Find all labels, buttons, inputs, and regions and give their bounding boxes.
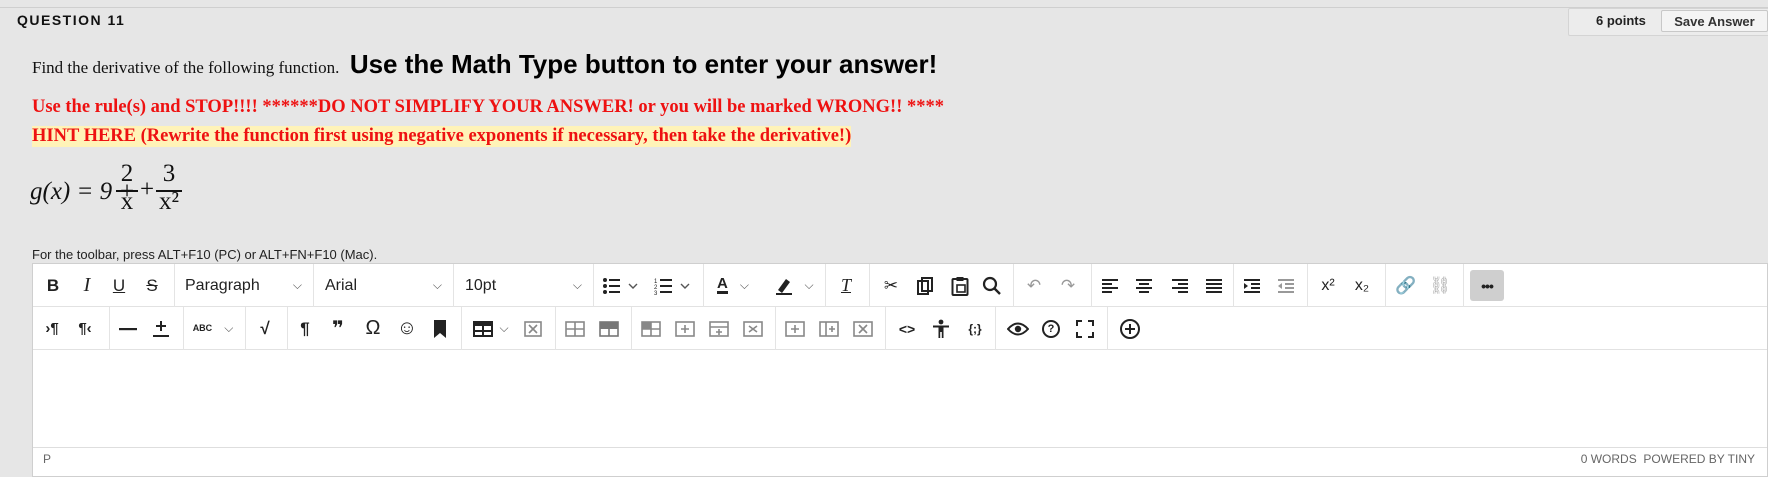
bullet-list-icon[interactable] (599, 270, 645, 301)
chevron-down-icon: ⌵ (432, 278, 442, 292)
font-size-dropdown[interactable]: 10pt ⌵ (455, 270, 592, 301)
superscript-icon[interactable]: x² (1315, 270, 1341, 301)
blockquote-icon[interactable]: ❞ (327, 313, 349, 344)
justify-icon[interactable] (1203, 270, 1225, 301)
paste-icon[interactable] (947, 270, 973, 301)
top-divider (0, 7, 1768, 8)
code-icon[interactable]: <> (895, 313, 919, 344)
toolbar-row-1: B I U S Paragraph ⌵ Arial ⌵ 10pt ⌵ 123 A… (33, 264, 1767, 307)
paragraph-mark-icon[interactable]: ¶ (295, 313, 315, 344)
underline-icon[interactable]: U (109, 270, 129, 301)
editor-content-area[interactable] (33, 351, 1767, 447)
spellcheck-icon[interactable]: ABC ⌵ (189, 313, 237, 344)
align-left-icon[interactable] (1099, 270, 1121, 301)
delete-row-icon[interactable] (741, 313, 765, 344)
save-answer-button[interactable]: Save Answer (1661, 10, 1768, 32)
frac1-numerator: 2 (120, 160, 134, 187)
table-icon[interactable]: ⌵ (469, 313, 513, 344)
rich-text-editor: B I U S Paragraph ⌵ Arial ⌵ 10pt ⌵ 123 A… (32, 263, 1768, 477)
strikethrough-icon[interactable]: S (141, 270, 163, 301)
help-icon[interactable]: ? (1039, 313, 1063, 344)
table-cell-icon[interactable] (563, 313, 587, 344)
redo-icon[interactable]: ↷ (1055, 270, 1081, 301)
svg-text:3: 3 (654, 291, 658, 295)
block-format-value: Paragraph (185, 276, 260, 294)
insert-col-after-icon[interactable] (817, 313, 841, 344)
italic-icon[interactable]: I (77, 270, 97, 301)
warning-text: Use the rule(s) and STOP!!!! ******DO NO… (32, 97, 945, 117)
accessibility-icon[interactable] (929, 313, 953, 344)
align-right-icon[interactable] (1169, 270, 1191, 301)
chevron-down-icon: ⌵ (292, 278, 302, 292)
table-col-icon[interactable] (639, 313, 663, 344)
editor-statusbar: P 0 WORDS POWERED BY TINY (33, 447, 1767, 467)
add-content-icon[interactable] (1117, 313, 1143, 344)
insert-col-before-icon[interactable] (783, 313, 807, 344)
align-center-icon[interactable] (1133, 270, 1155, 301)
element-path[interactable]: P (43, 452, 51, 466)
highlight-icon[interactable]: ⌵ (769, 270, 819, 301)
frac2-denominator: x² (159, 188, 179, 215)
subscript-icon[interactable]: x₂ (1349, 270, 1375, 301)
cut-icon[interactable]: ✂ (879, 270, 903, 301)
unlink-icon[interactable]: ⛓ (1427, 270, 1453, 301)
horizontal-rule-icon[interactable] (117, 313, 139, 344)
font-family-value: Arial (325, 276, 358, 294)
statusbar-right: 0 WORDS POWERED BY TINY (1581, 452, 1755, 466)
outdent-icon[interactable] (1275, 270, 1297, 301)
math-type-instruction: Use the Math Type button to enter your a… (349, 49, 938, 79)
insert-row-before-icon[interactable] (673, 313, 697, 344)
more-icon[interactable]: ••• (1470, 270, 1504, 301)
formula-plus: + (140, 176, 155, 203)
table-row-icon[interactable] (597, 313, 621, 344)
preview-icon[interactable] (1005, 313, 1031, 344)
fullscreen-icon[interactable] (1073, 313, 1097, 344)
frac1-denominator: x (120, 188, 134, 215)
insert-row-after-icon[interactable] (707, 313, 731, 344)
emoji-icon[interactable]: ☺ (395, 313, 419, 344)
question-prompt: Find the derivative of the following fun… (32, 49, 937, 80)
omega-icon[interactable]: Ω (361, 313, 385, 344)
question-title: QUESTION 11 (17, 12, 126, 28)
word-count[interactable]: 0 WORDS (1581, 452, 1637, 466)
rtl-icon[interactable]: ¶ ‹ (73, 313, 97, 344)
hint-text: HINT HERE (Rewrite the function first us… (32, 126, 852, 147)
search-icon[interactable] (979, 270, 1005, 301)
powered-by-link[interactable]: POWERED BY TINY (1643, 452, 1755, 466)
prompt-text: Find the derivative of the following fun… (32, 58, 340, 77)
points-label: 6 points (1596, 13, 1646, 28)
copy-icon[interactable] (913, 270, 937, 301)
toolbar-hint: For the toolbar, press ALT+F10 (PC) or A… (32, 247, 378, 262)
font-size-value: 10pt (465, 276, 497, 294)
undo-icon[interactable]: ↶ (1021, 270, 1047, 301)
ltr-icon[interactable]: › ¶ (41, 313, 63, 344)
indent-icon[interactable] (1241, 270, 1263, 301)
insert-plus-minus-icon[interactable] (149, 313, 173, 344)
bookmark-icon[interactable] (429, 313, 451, 344)
source-code-icon[interactable]: {;} (963, 313, 987, 344)
clear-formatting-icon[interactable]: T (833, 270, 859, 301)
delete-table-icon[interactable] (521, 313, 545, 344)
frac2-numerator: 3 (162, 160, 176, 187)
delete-col-icon[interactable] (851, 313, 875, 344)
link-icon[interactable]: 🔗 (1393, 270, 1419, 301)
text-color-icon[interactable]: A ⌵ (709, 270, 757, 301)
toolbar-row-2: › ¶ ¶ ‹ ABC ⌵ √ ¶ ❞ Ω ☺ ⌵ <> {;} ? (33, 307, 1767, 350)
math-type-icon[interactable]: √ (253, 313, 277, 344)
chevron-down-icon: ⌵ (572, 278, 582, 292)
bold-icon[interactable]: B (43, 270, 63, 301)
font-family-dropdown[interactable]: Arial ⌵ (315, 270, 452, 301)
block-format-dropdown[interactable]: Paragraph ⌵ (175, 270, 312, 301)
numbered-list-icon[interactable]: 123 (651, 270, 697, 301)
